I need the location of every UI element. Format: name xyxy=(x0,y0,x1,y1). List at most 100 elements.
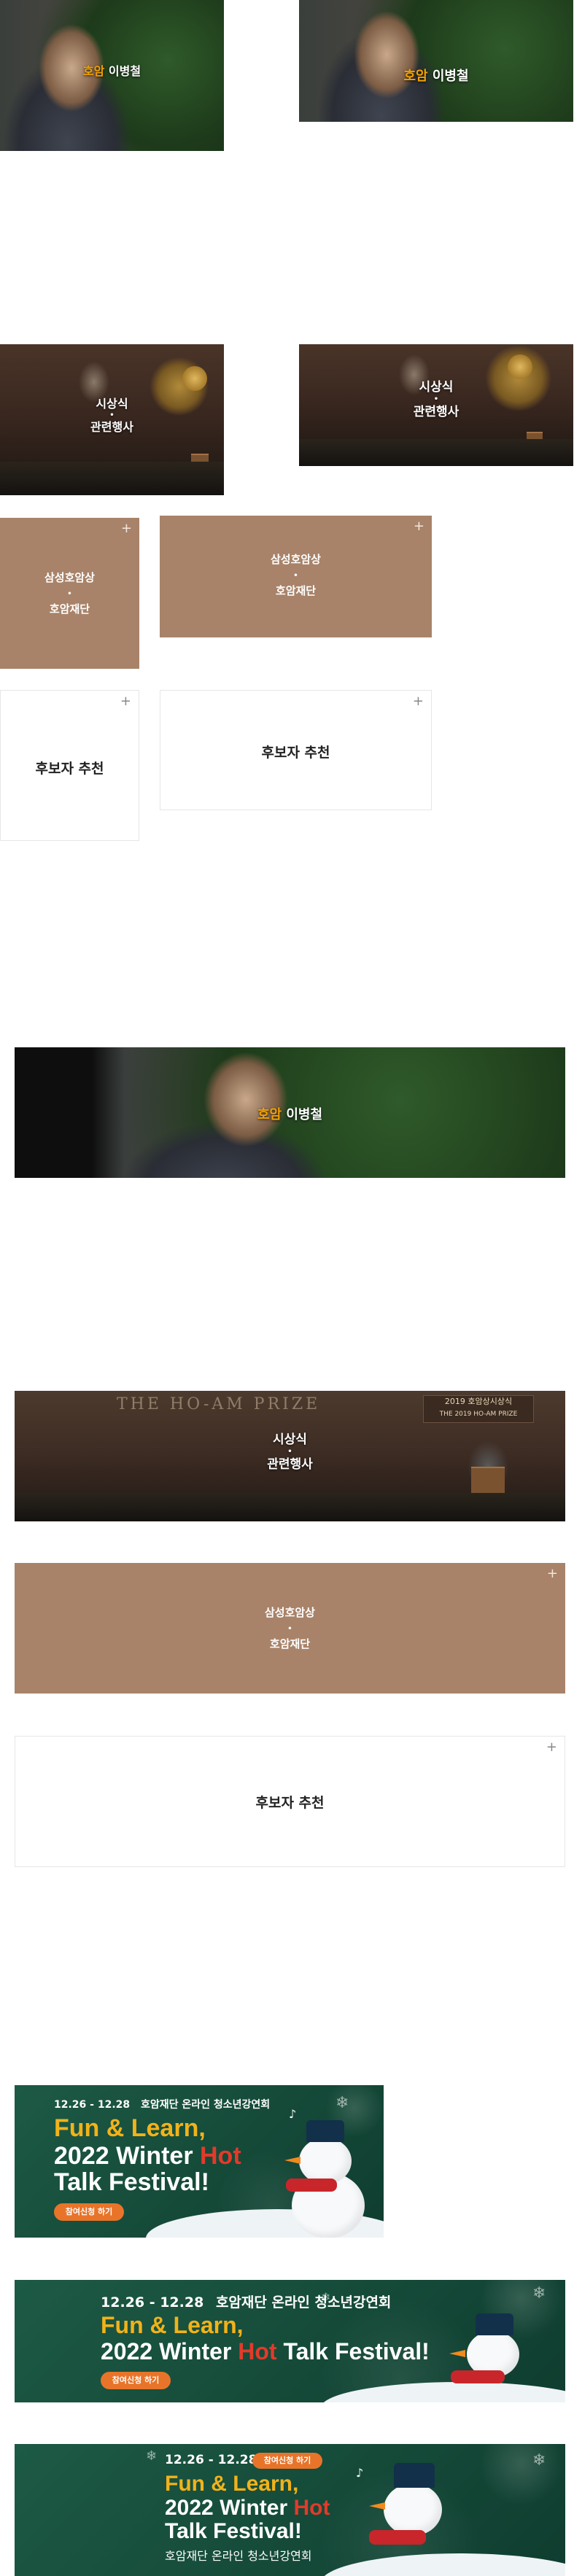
banner-headline-winter: 2022 Winter Hot Talk Festival! xyxy=(165,2497,330,2542)
snowman-scarf xyxy=(451,2370,505,2383)
ceremony-caption: 시상식 • 관련행사 xyxy=(0,397,224,435)
banner-org: 호암재단 온라인 청소년강연회 xyxy=(165,2549,312,2563)
nominee-label: 후보자 추천 xyxy=(255,1795,325,1811)
snowflake-icon: ❄ xyxy=(532,2284,546,2303)
ceremony-line1: 시상식 xyxy=(419,380,454,395)
founder-tile-wide[interactable]: 호암 이병철 xyxy=(15,1047,565,1178)
ceremony-line1: 시상식 xyxy=(273,1432,307,1447)
prize-line2: 호암재단 xyxy=(49,602,90,616)
medal-image xyxy=(182,366,207,391)
banner-headline-hot: Hot xyxy=(200,2142,241,2170)
founder-name: 이병철 xyxy=(286,1107,323,1122)
festival-banner-small[interactable]: 12.26 - 12.28 호암재단 온라인 청소년강연회 Fun & Lear… xyxy=(15,2085,384,2238)
prize-caption: 삼성호암상 • 호암재단 xyxy=(15,1605,565,1651)
prize-sep: • xyxy=(67,590,72,598)
founder-name: 이병철 xyxy=(108,64,141,78)
nominee-label: 후보자 추천 xyxy=(35,761,104,777)
banner-org-row: 호암재단 온라인 청소년강연회 xyxy=(165,2546,312,2564)
banner-dates: 12.26 - 12.28 xyxy=(54,2099,131,2111)
nominee-tile-small[interactable]: + 후보자 추천 xyxy=(0,690,139,841)
ceremony-tile-medium[interactable]: 시상식 • 관련행사 xyxy=(299,344,573,466)
banner-headline-talk: Talk Festival! xyxy=(54,2168,209,2196)
stage-sign: 2019 호암상시상식 THE 2019 HO-AM PRIZE xyxy=(423,1395,534,1423)
prize-sep: • xyxy=(293,572,298,580)
founder-accent-name: 호암 xyxy=(82,64,105,78)
ceremony-line1: 시상식 xyxy=(96,397,128,411)
prize-tile-medium[interactable]: + 삼성호암상 • 호암재단 xyxy=(160,516,432,637)
ceremony-tile-wide[interactable]: THE HO-AM PRIZE 2019 호암상시상식 THE 2019 HO-… xyxy=(15,1391,565,1521)
founder-caption: 호암 이병철 xyxy=(0,61,224,79)
ceremony-tile-small[interactable]: 시상식 • 관련행사 xyxy=(0,344,224,495)
snowman-nose xyxy=(284,2157,300,2164)
prize-caption: 삼성호암상 • 호암재단 xyxy=(160,552,432,598)
banner-org: 호암재단 온라인 청소년강연회 xyxy=(141,2099,271,2111)
ceremony-sep: • xyxy=(109,411,115,419)
snowman-nose xyxy=(369,2502,385,2510)
founder-accent-name: 호암 xyxy=(403,69,428,84)
banner-headline-pre: 2022 Winter xyxy=(165,2496,294,2520)
snowman-head xyxy=(384,2483,442,2536)
snowman-head xyxy=(299,2138,352,2184)
snowman-scarf xyxy=(369,2530,426,2545)
prize-sep: • xyxy=(287,1625,292,1633)
festival-banner-cropped[interactable]: 12.26 - 12.28 참여신청 하기 Fun & Learn, 2022 … xyxy=(15,2444,565,2576)
stage-floor xyxy=(0,462,224,495)
plus-icon[interactable]: + xyxy=(414,520,424,533)
banner-dates-row: 12.26 - 12.28 xyxy=(165,2453,257,2467)
banner-headline-winter: 2022 Winter Hot Talk Festival! xyxy=(101,2338,430,2364)
banner-org: 호암재단 온라인 청소년강연회 xyxy=(215,2294,392,2311)
snow-hill xyxy=(321,2553,565,2576)
nominee-label: 후보자 추천 xyxy=(261,745,330,761)
snowman-hat xyxy=(394,2463,435,2488)
snowflake-icon: ❄ xyxy=(532,2451,546,2470)
banner-dates: 12.26 - 12.28 xyxy=(165,2453,257,2467)
prize-line2: 호암재단 xyxy=(269,1637,311,1650)
snowman-scarf xyxy=(286,2179,337,2192)
prize-line1: 삼성호암상 xyxy=(270,553,321,566)
plus-icon[interactable]: + xyxy=(121,522,132,535)
nominee-tile-medium[interactable]: + 후보자 추천 xyxy=(160,690,432,810)
founder-caption: 호암 이병철 xyxy=(15,1104,565,1123)
apply-button[interactable]: 참여신청 하기 xyxy=(54,2203,124,2221)
founder-name: 이병철 xyxy=(432,69,469,84)
stage-floor xyxy=(299,439,573,466)
prize-caption: 삼성호암상 • 호암재단 xyxy=(0,570,139,616)
founder-caption: 호암 이병철 xyxy=(299,66,573,85)
prize-tile-wide[interactable]: + 삼성호암상 • 호암재단 xyxy=(15,1563,565,1694)
plus-icon[interactable]: + xyxy=(413,695,424,708)
banner-headline-fun: Fun & Learn, xyxy=(165,2472,299,2496)
stage-sign-line2: THE 2019 HO-AM PRIZE xyxy=(439,1411,518,1418)
nominee-tile-wide[interactable]: + 후보자 추천 xyxy=(15,1736,565,1867)
music-note-icon: ♪ xyxy=(289,2107,297,2121)
ceremony-caption: 시상식 • 관련행사 xyxy=(299,379,573,420)
banner-headline-hot: Hot xyxy=(293,2496,330,2520)
snowflake-icon: ❄ xyxy=(146,2448,158,2464)
banner-headline-fun: Fun & Learn, xyxy=(101,2312,244,2338)
prize-line2: 호암재단 xyxy=(275,584,317,597)
plus-icon[interactable]: + xyxy=(120,695,131,708)
founder-accent-name: 호암 xyxy=(257,1107,282,1122)
banner-dates: 12.26 - 12.28 xyxy=(101,2294,204,2311)
ceremony-sep: • xyxy=(433,395,439,403)
banner-dates-row: 12.26 - 12.28 호암재단 온라인 청소년강연회 xyxy=(101,2292,391,2311)
festival-banner-wide[interactable]: 12.26 - 12.28 호암재단 온라인 청소년강연회 Fun & Lear… xyxy=(15,2280,565,2402)
banner-headline-post: Talk Festival! xyxy=(276,2338,430,2364)
snowflake-icon: ❄ xyxy=(336,2094,349,2112)
prize-tile-small[interactable]: + 삼성호암상 • 호암재단 xyxy=(0,518,139,669)
stage-floor xyxy=(15,1492,565,1521)
banner-headline-pre: 2022 Winter xyxy=(54,2142,200,2170)
banner-headline-pre: 2022 Winter xyxy=(101,2338,238,2364)
banner-dates-row: 12.26 - 12.28 호암재단 온라인 청소년강연회 xyxy=(54,2097,270,2111)
snowflake-icon: ❄ xyxy=(321,2290,331,2304)
prize-line1: 삼성호암상 xyxy=(264,1606,315,1619)
plus-icon[interactable]: + xyxy=(547,1567,558,1580)
snowman-hat xyxy=(306,2120,344,2142)
founder-tile-medium[interactable]: 호암 이병철 xyxy=(299,0,573,122)
banner-headline-winter: 2022 Winter Hot Talk Festival! xyxy=(54,2142,241,2196)
founder-tile-small[interactable]: 호암 이병철 xyxy=(0,0,224,151)
snowman-nose xyxy=(449,2350,465,2357)
apply-button[interactable]: 참여신청 하기 xyxy=(101,2372,171,2389)
plus-icon[interactable]: + xyxy=(546,1741,557,1754)
apply-button[interactable]: 참여신청 하기 xyxy=(252,2453,322,2469)
banner-headline-talk: Talk Festival! xyxy=(165,2518,302,2543)
